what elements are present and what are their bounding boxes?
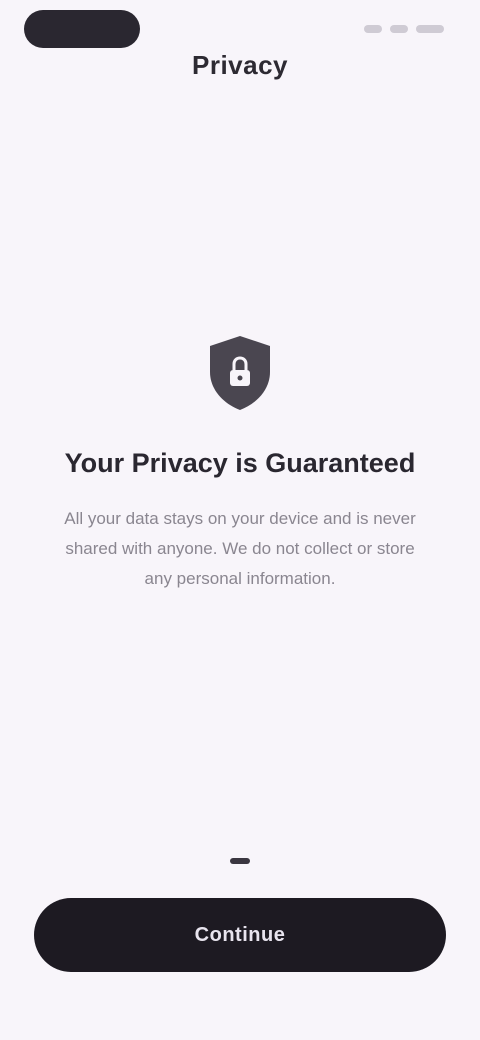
camera-cutout (24, 10, 140, 48)
app-title: Privacy (191, 50, 289, 80)
onboarding-headline: Your Privacy is Guaranteed (64, 448, 416, 478)
battery-icon (416, 25, 444, 33)
page-indicator-dot (230, 858, 250, 864)
page-indicator (0, 858, 480, 864)
signal-icon (364, 25, 382, 33)
onboarding-body: All your data stays on your device and i… (64, 509, 416, 588)
status-icons (356, 22, 444, 36)
continue-button[interactable]: Continue (34, 898, 446, 972)
shield-lock-icon (200, 332, 280, 412)
wifi-icon (390, 25, 408, 33)
